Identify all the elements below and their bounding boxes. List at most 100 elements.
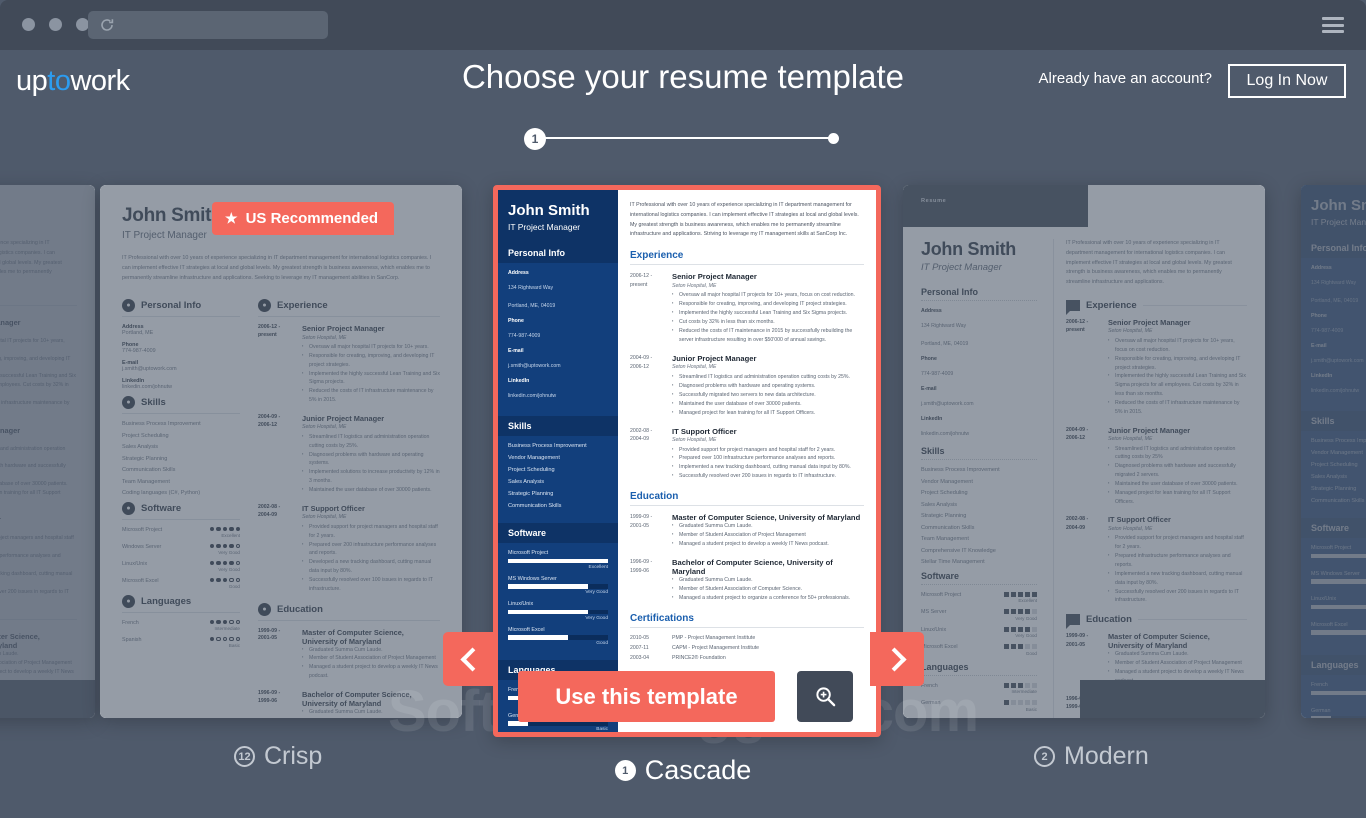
window-controls	[22, 18, 89, 31]
job-date: 2006-12 - present	[1066, 318, 1089, 334]
log-in-now-button[interactable]: Log In Now	[1228, 64, 1346, 98]
skill-item: Business Process Improvement	[122, 421, 201, 427]
resume-modern: Resume John Smith IT Project Manager Per…	[903, 185, 1265, 718]
certification-name: CAPM - Project Management Institute	[672, 644, 760, 651]
job-bullet: Prepared over 200 infrastructure perform…	[302, 541, 440, 559]
skill-item: Project Scheduling	[921, 490, 968, 496]
education-title: Master of Computer Science, University o…	[0, 632, 40, 651]
close-window-dot[interactable]	[22, 18, 35, 31]
rating-row: Microsoft Project Excellent	[508, 550, 608, 570]
job-company: Seton Hospital, ME	[0, 436, 77, 442]
job-company: Seton Hospital, ME	[302, 424, 347, 431]
section-skills: ● Skills	[122, 396, 240, 414]
job-bullet: Maintained the user database of over 300…	[302, 486, 440, 495]
job-bullet: Oversaw all major hospital IT projects f…	[302, 343, 440, 352]
job-bullet: Provided support for project managers an…	[0, 534, 77, 552]
rating-name: Linux/Unix	[508, 601, 534, 607]
rating-level: Good	[1311, 636, 1366, 641]
job-date: 2002-08 -2004-09	[1066, 516, 1089, 531]
resume-summary: IT Professional with over 10 years of ex…	[122, 255, 432, 281]
job-bullet: Responsible for creating, improving, and…	[672, 300, 864, 309]
template-card-modern[interactable]: Resume John Smith IT Project Manager Per…	[903, 185, 1265, 718]
experience-icon: ●	[258, 299, 271, 312]
rating-name: Windows Server	[122, 543, 162, 550]
contact-address: Address 134 Rightward Way Portland, ME, 04…	[1311, 265, 1359, 304]
template-label-cascade[interactable]: 1 Cascade	[0, 755, 1366, 786]
use-this-template-button[interactable]: Use this template	[518, 671, 775, 722]
rating-level: Very Good	[1015, 615, 1037, 621]
job-title: Junior Project Manager	[672, 353, 757, 363]
job-bullet: Developed a new tracking dashboard, cutt…	[302, 558, 440, 576]
resume-crisp: John Smith IT Project Manager IT Profess…	[100, 185, 462, 718]
rating-bar	[508, 635, 608, 640]
rating-name: Microsoft Project	[122, 526, 163, 533]
job-bullet: Implemented a new tracking dashboard, cu…	[672, 463, 864, 472]
rating-row: Microsoft Project Excellent	[122, 526, 240, 538]
job-title: Senior Project Manager	[672, 272, 757, 282]
rating-name: Microsoft Project	[508, 550, 549, 556]
rating-level: Good	[596, 641, 608, 646]
progress-step-1[interactable]: 1	[524, 128, 546, 150]
job-bullet: Maintained the user database of over 300…	[0, 480, 77, 489]
template-card-cascade[interactable]: John Smith IT Project Manager Personal I…	[493, 185, 881, 737]
job-title: Junior Project Manager	[1108, 425, 1191, 435]
progress-step-end[interactable]	[828, 133, 839, 144]
education-bullet: Graduated Summa Cum Laude.	[0, 650, 77, 659]
skill-item: Project Scheduling	[508, 467, 555, 473]
rating-dot	[222, 577, 227, 582]
template-number-cascade: 1	[614, 760, 636, 781]
hamburger-menu-icon[interactable]	[1322, 17, 1344, 33]
certification-entry: 2003-04 PRINCE2® Foundation	[630, 655, 864, 661]
job-bullet: Streamlined IT logistics and administrat…	[302, 433, 440, 451]
zoom-preview-button[interactable]	[797, 671, 853, 722]
rating-square	[1032, 609, 1037, 614]
rating-square	[1011, 644, 1016, 649]
rating-bar	[1311, 604, 1366, 609]
contact-linkedin: LinkedIn linkedin.com/johnutw	[122, 378, 173, 390]
rating-dot	[229, 526, 234, 531]
resume-job-entry: 2006-12 -present Senior Project Manager …	[0, 318, 77, 417]
job-bullet: Prepared over 100 infrastructure perform…	[672, 454, 864, 463]
rating-square	[1018, 644, 1023, 649]
template-card-crisp[interactable]: John Smith IT Project Manager IT Profess…	[100, 185, 462, 718]
rating-name: Linux/Unix	[921, 626, 947, 633]
template-card-far-right[interactable]: John Smith IT Project Manager Personal I…	[1301, 185, 1366, 718]
job-title: Junior Project Manager	[302, 413, 385, 423]
job-date: 2002-08 -2004-09	[630, 427, 653, 443]
rating-level: Very Good	[1311, 585, 1366, 590]
minimize-window-dot[interactable]	[49, 18, 62, 31]
reload-icon[interactable]	[99, 17, 115, 33]
rating-row: Windows Server Very Good	[122, 543, 240, 555]
job-bullet: Reduced the costs of IT maintenance in 2…	[672, 327, 864, 345]
us-recommended-badge: ★ US Recommended	[212, 202, 395, 235]
rating-dot	[216, 560, 221, 565]
job-bullet: Oversaw all major hospital IT projects f…	[672, 291, 864, 300]
rating-square	[1018, 591, 1023, 597]
rating-row: Linux/Unix Very Good	[921, 626, 1037, 638]
section-experience: Experience	[1066, 299, 1247, 315]
education-bullet: Member of Student Association of Project…	[0, 659, 77, 668]
rating-level: Excellent	[1311, 560, 1366, 565]
section-education: Education	[630, 491, 864, 507]
education-icon: ●	[258, 602, 271, 616]
resume-summary: IT Professional with over 10 years of ex…	[1066, 240, 1232, 286]
job-bullet: Reduced the costs of IT infrastructure m…	[0, 399, 77, 417]
rating-square	[1032, 644, 1037, 649]
resume-job-entry: 2002-08 -2004-09 IT Support Officer Seto…	[0, 515, 77, 605]
resume-name: John Smith	[1311, 197, 1366, 214]
template-card-far-left[interactable]: Resume John Smith IT Project Manager Per…	[0, 185, 95, 718]
job-company: Seton Hospital, ME	[1108, 328, 1153, 335]
template-carousel: Resume John Smith IT Project Manager Per…	[0, 185, 1366, 745]
skill-item: Team Management	[122, 478, 170, 485]
resume-role: IT Project Manager	[1311, 217, 1366, 227]
template-label-modern[interactable]: 2 Modern	[1034, 742, 1149, 771]
address-bar[interactable]	[88, 11, 328, 39]
skill-item: Strategic Planning	[1311, 486, 1357, 492]
certification-entry: 2010-05 PMP - Project Management Institu…	[630, 635, 864, 641]
rating-dot	[222, 636, 227, 641]
resume-job-entry: 2002-08 -2004-09 IT Support Officer Seto…	[258, 504, 440, 594]
section-skills: Skills	[1301, 411, 1366, 431]
education-bullet: Managed a student project to organize a …	[672, 594, 864, 603]
skill-item: Project Scheduling	[1311, 462, 1358, 468]
certification-date: 2010-05	[630, 634, 650, 641]
